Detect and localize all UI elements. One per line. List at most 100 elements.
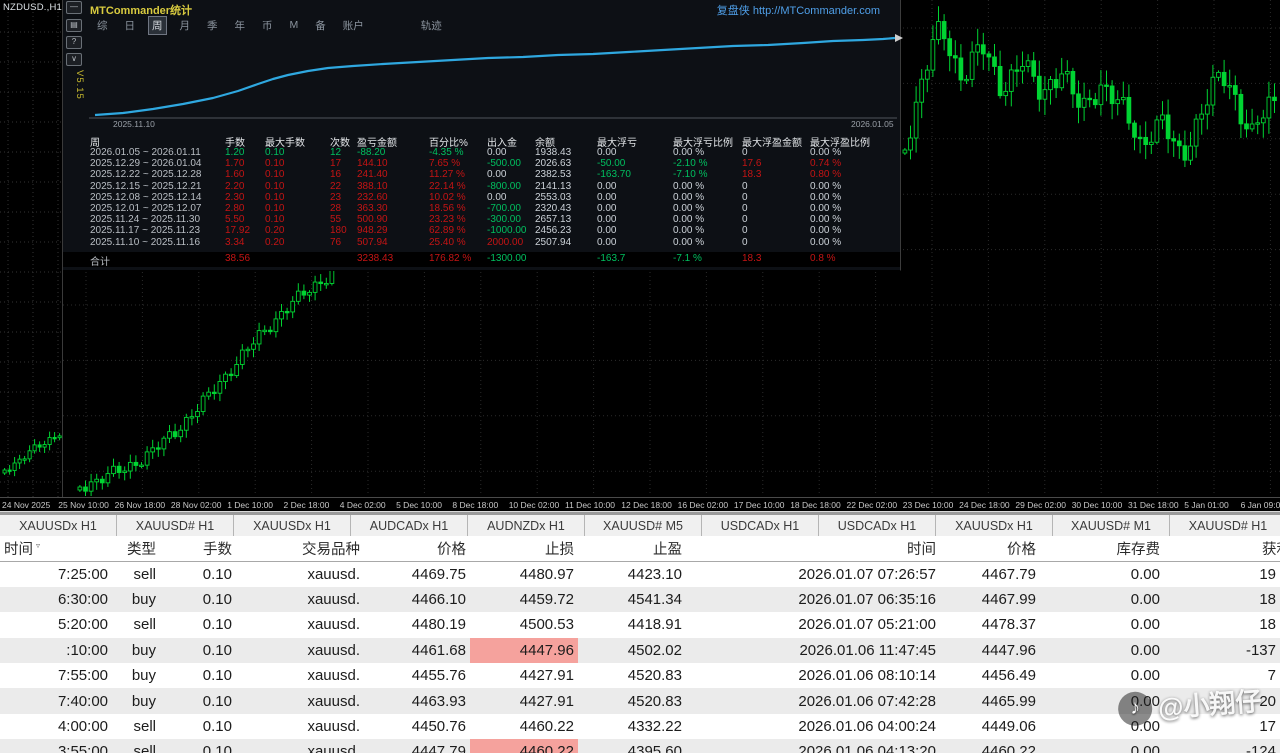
chart-tab-XAUUSDx-H1[interactable]: XAUUSDx H1 (0, 515, 117, 536)
left-chart-title: NZDUSD.,H1 (3, 2, 62, 13)
stats-value: 0 (742, 147, 748, 158)
cell-storage: 0.00 (1040, 638, 1164, 663)
total-value: 18.3 (742, 253, 761, 264)
stats-value: 11.27 % (429, 169, 465, 180)
table-row[interactable]: :10:00buy0.10xauusd.4461.684447.964502.0… (0, 638, 1280, 663)
stats-value: 0 (742, 192, 748, 203)
axis-tick-label: 28 Nov 02:00 (171, 500, 222, 510)
orders-header-symbol[interactable]: 交易品种 (236, 536, 364, 561)
cell-close_price: 4478.37 (940, 612, 1040, 637)
orders-header-close_time[interactable]: 时间 (686, 536, 940, 561)
cell-open_time: 7:40:00 (0, 688, 112, 713)
stats-value: 12 (330, 147, 341, 158)
cell-price: 4455.76 (364, 663, 470, 688)
orders-header-profit[interactable]: 获利 (1164, 536, 1280, 561)
axis-tick-label: 6 Jan 09:00 (1241, 500, 1280, 510)
chart-tab-AUDNZDx-H1[interactable]: AUDNZDx H1 (468, 515, 585, 536)
stats-value: -163.70 (597, 169, 631, 180)
stats-value: 180 (330, 225, 347, 236)
stats-value: -7.10 % (673, 169, 707, 180)
table-row[interactable]: 4:00:00sell0.10xauusd.4450.764460.224332… (0, 714, 1280, 739)
cell-lots: 0.10 (160, 663, 236, 688)
table-row[interactable]: 7:25:00sell0.10xauusd.4469.754480.974423… (0, 562, 1280, 587)
stats-period: 2025.12.15 ~ 2025.12.21 (90, 181, 202, 192)
cell-profit: 18 (1164, 612, 1280, 637)
orders-header-type[interactable]: 类型 (112, 536, 160, 561)
total-value: -7.1 % (673, 253, 702, 264)
chart-tab-USDCADx-H1[interactable]: USDCADx H1 (702, 515, 819, 536)
stats-value: 500.90 (357, 214, 388, 225)
chart-tab-XAUUSD-M1[interactable]: XAUUSD# M1 (1053, 515, 1170, 536)
stats-value: 0.74 % (810, 158, 841, 169)
left-chart-window[interactable]: NZDUSD.,H1 (0, 0, 63, 497)
minimize-button[interactable]: — (66, 1, 82, 14)
chart-tab-AUDCADx-H1[interactable]: AUDCADx H1 (351, 515, 468, 536)
cell-price: 4469.75 (364, 562, 470, 587)
orders-header-sl[interactable]: 止损 (470, 536, 578, 561)
stats-value: -500.00 (487, 158, 521, 169)
orders-header-price[interactable]: 价格 (364, 536, 470, 561)
cell-close_price: 4460.22 (940, 739, 1040, 753)
axis-tick-label: 4 Dec 02:00 (340, 500, 386, 510)
chart-tab-USDCADx-H1[interactable]: USDCADx H1 (819, 515, 936, 536)
stats-value: 2320.43 (535, 203, 571, 214)
stats-value: 2141.13 (535, 181, 571, 192)
table-row[interactable]: 5:20:00sell0.10xauusd.4480.194500.534418… (0, 612, 1280, 637)
stats-header: 最大浮盈金额 (742, 134, 802, 149)
stats-value: 1.20 (225, 147, 244, 158)
help-button[interactable]: ? (66, 36, 82, 49)
cell-tp: 4418.91 (578, 612, 686, 637)
cell-type: sell (112, 562, 160, 587)
chart-tab-XAUUSD-H1[interactable]: XAUUSD# H1 (1170, 515, 1280, 536)
table-row[interactable]: 3:55:00sell0.10xauusd.4447.794460.224395… (0, 739, 1280, 753)
cell-type: sell (112, 612, 160, 637)
left-chart-canvas (0, 0, 62, 497)
stats-value: 22 (330, 181, 341, 192)
cell-close_price: 4467.99 (940, 587, 1040, 612)
chart-tab-XAUUSDx-H1[interactable]: XAUUSDx H1 (936, 515, 1053, 536)
orders-header-lots[interactable]: 手数 (160, 536, 236, 561)
cell-profit: 19 (1164, 562, 1280, 587)
cell-lots: 0.10 (160, 688, 236, 713)
stats-value: -1000.00 (487, 225, 526, 236)
stats-value: 22.14 % (429, 181, 466, 192)
cell-symbol: xauusd. (236, 688, 364, 713)
chart-tab-XAUUSD-M5[interactable]: XAUUSD# M5 (585, 515, 702, 536)
orders-header-open_time[interactable]: 时间▿ (0, 536, 112, 561)
cell-tp: 4502.02 (578, 638, 686, 663)
indicator-button[interactable]: ▤ (66, 19, 82, 32)
orders-header-storage[interactable]: 库存费 (1040, 536, 1164, 561)
cell-close_time: 2026.01.07 05:21:00 (686, 612, 940, 637)
table-row[interactable]: 6:30:00buy0.10xauusd.4466.104459.724541.… (0, 587, 1280, 612)
cell-profit: 20 (1164, 688, 1280, 713)
cell-lots: 0.10 (160, 562, 236, 587)
cell-lots: 0.10 (160, 612, 236, 637)
cell-price: 4461.68 (364, 638, 470, 663)
stats-value: 2.80 (225, 203, 244, 214)
cell-tp: 4332.22 (578, 714, 686, 739)
chart-tab-XAUUSDx-H1[interactable]: XAUUSDx H1 (234, 515, 351, 536)
chart-tab-bar: XAUUSDx H1XAUUSD# H1XAUUSDx H1AUDCADx H1… (0, 515, 1280, 536)
table-row[interactable]: 7:55:00buy0.10xauusd.4455.764427.914520.… (0, 663, 1280, 688)
stats-value: 507.94 (357, 237, 388, 248)
orders-header-tp[interactable]: 止盈 (578, 536, 686, 561)
stats-value: 0 (742, 237, 748, 248)
stats-value: -300.00 (487, 214, 521, 225)
cell-storage: 0.00 (1040, 739, 1164, 753)
cell-close_time: 2026.01.06 04:00:24 (686, 714, 940, 739)
stats-value: 0.00 (597, 203, 616, 214)
stats-value: 0.00 % (810, 203, 841, 214)
cell-symbol: xauusd. (236, 714, 364, 739)
cell-storage: 0.00 (1040, 612, 1164, 637)
table-row[interactable]: 7:40:00buy0.10xauusd.4463.934427.914520.… (0, 688, 1280, 713)
cell-price: 4466.10 (364, 587, 470, 612)
axis-tick-label: 5 Jan 01:00 (1184, 500, 1228, 510)
stats-value: 0.00 (597, 147, 616, 158)
stats-value: 0.10 (265, 181, 284, 192)
stats-value: -800.00 (487, 181, 521, 192)
total-value: 176.82 % (429, 253, 471, 264)
cell-close_price: 4467.79 (940, 562, 1040, 587)
orders-header-close_price[interactable]: 价格 (940, 536, 1040, 561)
chart-tab-XAUUSD-H1[interactable]: XAUUSD# H1 (117, 515, 234, 536)
collapse-button[interactable]: ∨ (66, 53, 82, 66)
